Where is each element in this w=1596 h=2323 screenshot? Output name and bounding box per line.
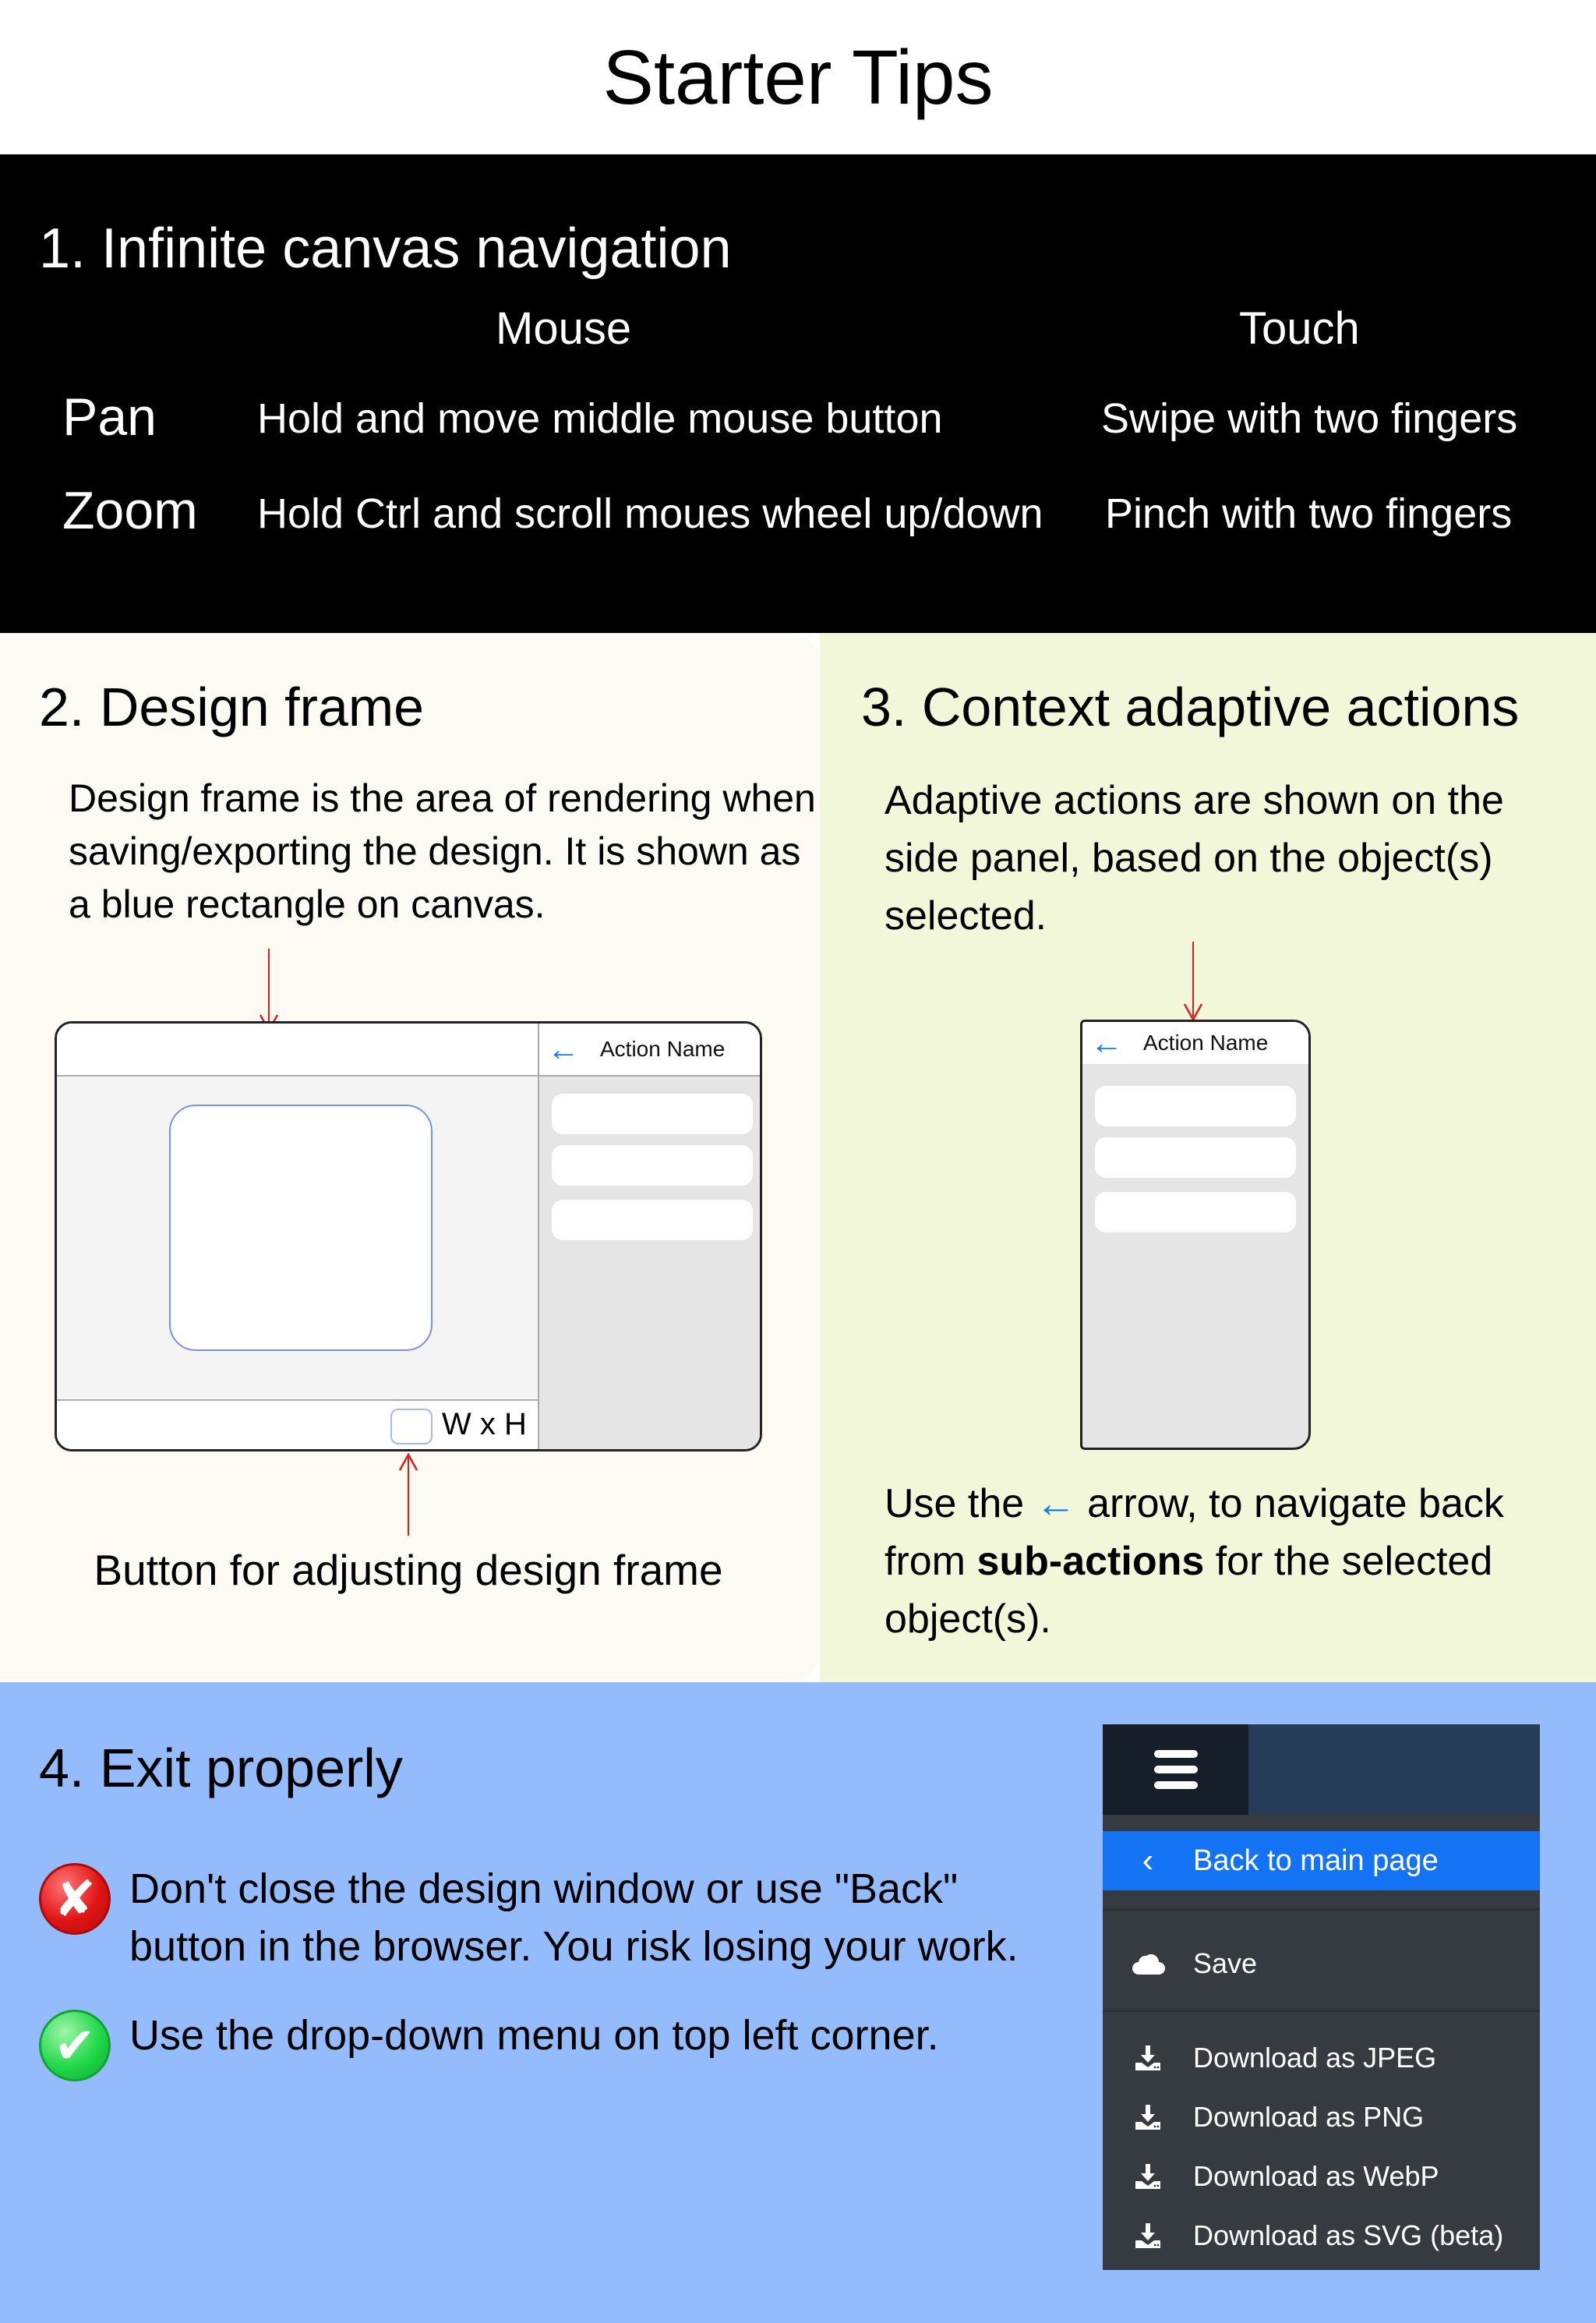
action-slot <box>1095 1192 1296 1232</box>
hamburger-menu-button[interactable] <box>1103 1724 1248 1815</box>
hamburger-icon <box>1153 1750 1198 1789</box>
side-panel-header: ← Action Name <box>539 1024 760 1077</box>
menu-item-label: Download as PNG <box>1193 2101 1425 2133</box>
cloud-icon <box>1103 1951 1193 1976</box>
annotation-line <box>408 1455 409 1536</box>
section-heading: 2. Design frame <box>39 677 425 737</box>
tip-text: Don't close the design window or use "Ba… <box>129 1865 1019 1970</box>
back-arrow-icon: ← <box>1035 1481 1076 1526</box>
menu-item-label: Download as WebP <box>1193 2160 1439 2192</box>
download-jpeg-item[interactable]: Download as JPEG <box>1103 2031 1540 2085</box>
section-heading: 3. Context adaptive actions <box>861 677 1520 737</box>
action-slot <box>1095 1086 1296 1126</box>
action-slot <box>1095 1137 1296 1178</box>
editor-mockup: W x H ← Action Name <box>55 1021 762 1451</box>
menu-item-label: Download as SVG (beta) <box>1193 2219 1504 2251</box>
mock-topbar <box>57 1024 538 1077</box>
note-text: Use the <box>885 1481 1025 1526</box>
page-title: Starter Tips <box>602 34 994 120</box>
section-design-frame: 2. Design frame Design frame is the area… <box>0 633 820 1682</box>
download-svg-item[interactable]: Download as SVG (beta) <box>1103 2208 1540 2263</box>
download-icon <box>1103 2044 1193 2072</box>
menu-topbar <box>1248 1724 1540 1815</box>
pan-touch-instruction: Swipe with two fingers <box>1101 395 1518 442</box>
dropdown-menu-mockup: ‹ Back to main page Save Download as JPE… <box>1103 1724 1540 2270</box>
column-header-touch: Touch <box>1239 303 1360 354</box>
mock-bottombar: W x H <box>57 1399 538 1449</box>
tip-item-dont: ✘ Don't close the design window or use "… <box>39 1860 1075 1975</box>
design-frame-button[interactable] <box>390 1409 433 1444</box>
back-arrow-note: Use the ← arrow, to navigate back from s… <box>885 1475 1586 1648</box>
menu-divider <box>1103 2010 1540 2012</box>
side-panel-mockup: ← Action Name <box>1080 1020 1311 1450</box>
pan-mouse-instruction: Hold and move middle mouse button <box>257 395 943 442</box>
error-x-icon: ✘ <box>39 1863 111 1935</box>
mock-canvas <box>57 1077 538 1399</box>
design-frame <box>169 1105 433 1351</box>
zoom-touch-instruction: Pinch with two fingers <box>1105 490 1513 537</box>
success-check-icon: ✔ <box>39 2010 111 2081</box>
note-bold-text: sub-actions <box>976 1539 1205 1584</box>
action-slot <box>552 1145 753 1186</box>
chevron-left-icon: ‹ <box>1142 1841 1154 1879</box>
download-icon <box>1103 2162 1193 2190</box>
download-png-item[interactable]: Download as PNG <box>1103 2090 1540 2144</box>
mock-side-panel: ← Action Name <box>538 1024 760 1449</box>
action-name-label: Action Name <box>600 1037 726 1061</box>
download-icon <box>1103 2103 1193 2131</box>
back-arrow-icon[interactable]: ← <box>547 1031 594 1068</box>
section-description: Design frame is the area of rendering wh… <box>69 776 816 926</box>
frame-button-caption: Button for adjusting design frame <box>0 1545 820 1595</box>
menu-item-label: Back to main page <box>1193 1844 1439 1877</box>
download-webp-item[interactable]: Download as WebP <box>1103 2149 1540 2204</box>
section-exit-properly: 4. Exit properly ✘ Don't close the desig… <box>0 1682 1596 2323</box>
section-description: Adaptive actions are shown on the side p… <box>885 778 1504 939</box>
section-canvas-navigation: 1. Infinite canvas navigation Mouse Touc… <box>0 154 1596 633</box>
caption-text: Button for adjusting design frame <box>94 1546 723 1594</box>
section-context-actions: 3. Context adaptive actions Adaptive act… <box>820 633 1596 1682</box>
column-header-mouse: Mouse <box>496 303 632 354</box>
menu-divider <box>1103 1908 1540 1911</box>
row-label-zoom: Zoom <box>62 481 198 540</box>
action-name-label: Action Name <box>1143 1031 1269 1055</box>
action-slot <box>552 1094 753 1134</box>
zoom-mouse-instruction: Hold Ctrl and scroll moues wheel up/down <box>257 490 1043 537</box>
section-heading: 4. Exit properly <box>39 1738 403 1798</box>
action-slot <box>552 1200 753 1240</box>
section-heading: 1. Infinite canvas navigation <box>39 217 732 280</box>
back-to-main-page-item[interactable]: ‹ Back to main page <box>1103 1831 1540 1890</box>
menu-item-label: Save <box>1193 1947 1258 1979</box>
tip-text: Use the drop-down menu on top left corne… <box>129 2012 939 2059</box>
side-panel-header: ← Action Name <box>1082 1022 1308 1064</box>
save-menu-item[interactable]: Save <box>1103 1936 1540 1991</box>
frame-size-label: W x H <box>442 1407 527 1441</box>
row-label-pan: Pan <box>62 387 157 447</box>
tip-item-do: ✔ Use the drop-down menu on top left cor… <box>39 2007 1075 2081</box>
menu-item-label: Download as JPEG <box>1193 2042 1437 2074</box>
download-icon <box>1103 2222 1193 2250</box>
back-arrow-icon[interactable]: ← <box>1090 1024 1137 1062</box>
